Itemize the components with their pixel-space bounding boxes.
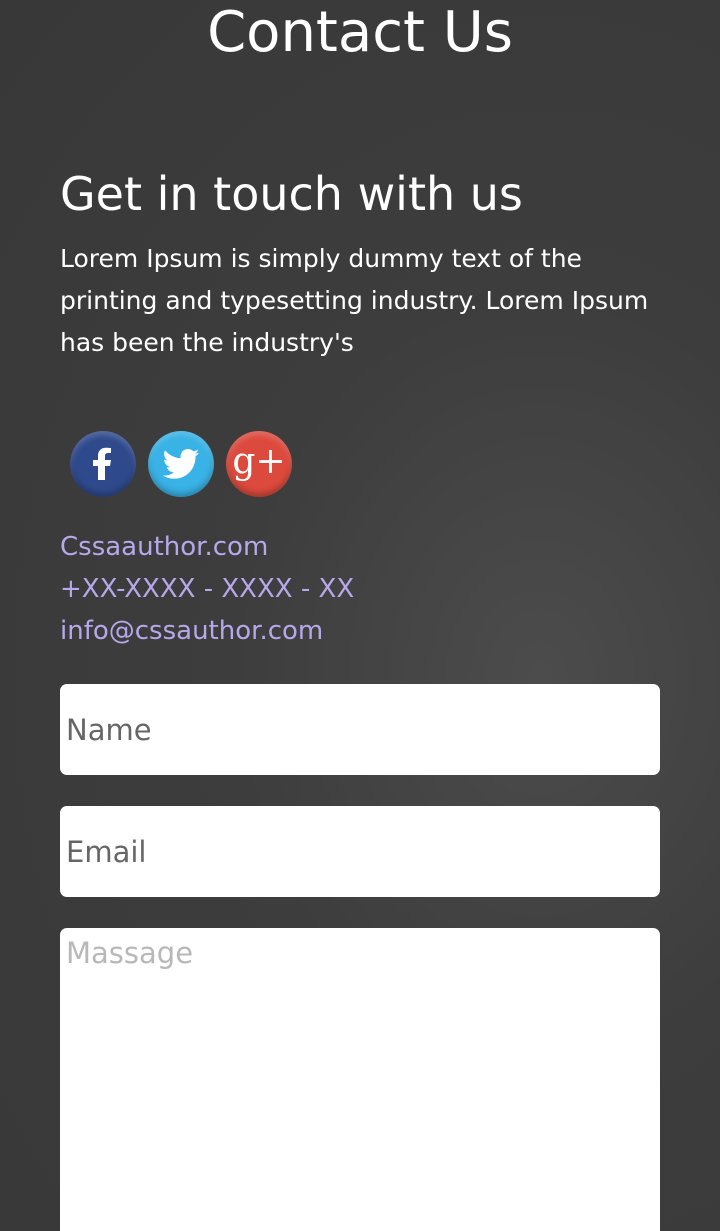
page-title: Contact Us	[207, 0, 513, 65]
google-plus-button[interactable]: g+	[226, 431, 292, 497]
twitter-button[interactable]	[148, 431, 214, 497]
email-input[interactable]	[60, 806, 660, 897]
phone-link[interactable]: +XX-XXXX - XXXX - XX	[60, 568, 354, 610]
intro-text: Lorem Ipsum is simply dummy text of the …	[60, 244, 649, 357]
website-link[interactable]: Cssaauthor.com	[60, 526, 354, 568]
message-textarea[interactable]	[60, 928, 660, 1231]
facebook-button[interactable]	[70, 431, 136, 497]
social-links: g+	[70, 431, 292, 497]
twitter-icon	[162, 449, 200, 479]
contact-info: Cssaauthor.com +XX-XXXX - XXXX - XX info…	[60, 526, 354, 652]
google-plus-icon: g+	[232, 441, 286, 482]
name-input[interactable]	[60, 684, 660, 775]
facebook-icon	[93, 447, 111, 480]
section-heading: Get in touch with us	[60, 167, 523, 221]
email-link[interactable]: info@cssauthor.com	[60, 610, 354, 652]
